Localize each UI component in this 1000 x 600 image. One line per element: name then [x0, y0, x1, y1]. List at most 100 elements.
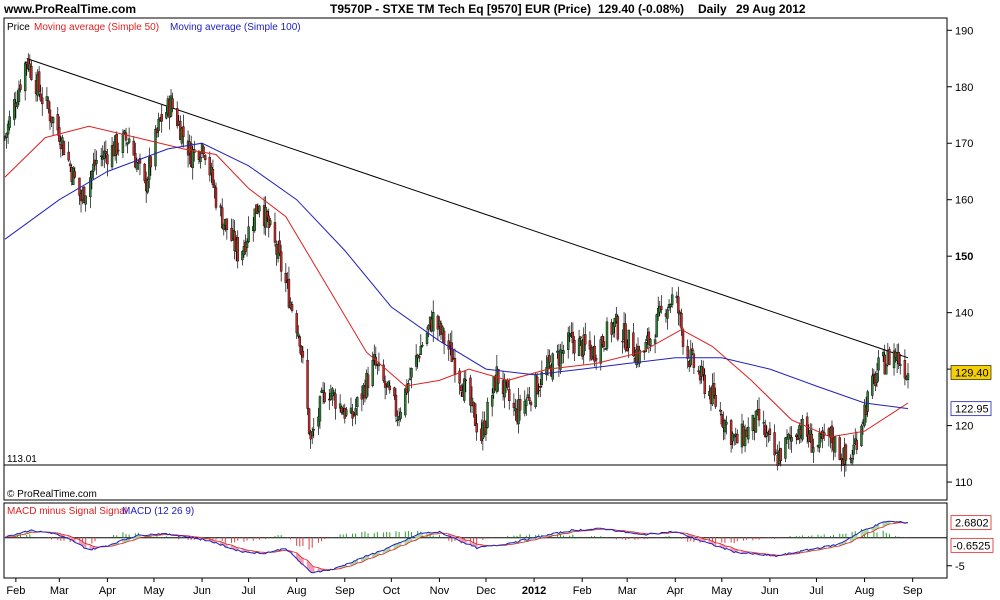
candle-body: [559, 349, 562, 370]
candle-body: [801, 418, 804, 440]
candle-body: [67, 151, 70, 161]
candle-body: [45, 96, 49, 102]
candle-body: [298, 336, 301, 347]
candle-body: [871, 375, 874, 396]
candle-body: [442, 330, 446, 344]
candle-body: [731, 433, 734, 442]
x-tick-label: Aug: [855, 585, 875, 597]
candle-body: [860, 425, 863, 447]
candle-body: [790, 437, 793, 442]
copyright-text: © ProRealTime.com: [7, 489, 97, 500]
x-tick-label: Mar: [618, 585, 637, 597]
candle-body: [855, 440, 858, 450]
candle-body: [408, 378, 412, 380]
candle-body: [154, 129, 157, 167]
candle-body: [146, 180, 149, 193]
candle-body: [419, 345, 423, 355]
legend-macd-signal: MACD minus Signal Signal: [7, 506, 127, 517]
candle-body: [354, 408, 357, 416]
candle-body: [701, 367, 705, 375]
candle-body: [143, 163, 146, 181]
y-tick-label: 150: [955, 251, 973, 263]
candle-body: [425, 332, 429, 344]
y-tick-label: 170: [955, 138, 973, 150]
candle-body: [625, 347, 629, 351]
candle-body: [602, 341, 606, 348]
x-tick-label: Feb: [6, 585, 25, 597]
candle-body: [899, 363, 902, 367]
candle-body: [399, 411, 402, 419]
x-tick-label: Dec: [476, 585, 496, 597]
x-tick-label: Oct: [383, 585, 400, 597]
candle-body: [8, 116, 11, 128]
candle-body: [680, 312, 683, 329]
candle-body: [551, 353, 554, 380]
candle-body: [41, 97, 44, 105]
price-y-axis: 110120130140150160170180190129.40122.95: [947, 25, 992, 489]
candle-body: [307, 408, 311, 434]
candle-body: [486, 401, 489, 428]
candle-body: [539, 386, 542, 388]
candle-body: [51, 117, 55, 124]
candle-body: [562, 350, 565, 354]
candle-body: [126, 142, 129, 145]
price-and-macd-chart[interactable]: 113.01 -52.6802-0.6525 11012013014015016…: [0, 0, 1000, 600]
candle-body: [421, 344, 424, 347]
candle-body: [47, 100, 50, 110]
candle-body: [306, 360, 309, 409]
candle-body: [258, 205, 261, 212]
candle-body: [537, 389, 540, 392]
candle-body: [334, 393, 337, 409]
candle-body: [762, 422, 765, 424]
candle-body: [697, 370, 700, 372]
candle-body: [605, 321, 609, 349]
macd-value: 2.6802: [955, 518, 989, 530]
candle-body: [117, 149, 120, 152]
candle-body: [649, 339, 652, 346]
candle-body: [475, 423, 478, 433]
candle-body: [182, 126, 185, 137]
candle-body: [453, 357, 457, 375]
legend-macd: MACD (12 26 9): [122, 506, 194, 517]
last-price-value: 129.40: [955, 368, 989, 380]
x-tick-label: 2012: [522, 585, 546, 597]
candle-body: [604, 348, 607, 350]
candle-body: [394, 394, 398, 417]
candle-body: [621, 340, 624, 343]
candle-body: [844, 444, 848, 461]
candle-body: [885, 364, 888, 375]
candle-body: [312, 429, 315, 431]
candle-body: [418, 356, 421, 359]
candle-body: [73, 171, 77, 178]
x-tick-label: Aug: [287, 585, 307, 597]
candle-body: [529, 401, 533, 406]
candle-body: [279, 251, 283, 272]
candle-body: [568, 335, 571, 338]
candle-body: [410, 368, 413, 378]
candle-body: [393, 387, 396, 397]
candle-body: [211, 169, 215, 185]
candle-body: [655, 314, 658, 338]
y-tick-label: 120: [955, 421, 973, 433]
candle-body: [528, 397, 531, 401]
candle-body: [692, 353, 696, 368]
candle-body: [356, 397, 359, 407]
candle-body: [459, 385, 463, 391]
x-tick-label: May: [711, 585, 732, 597]
candle-body: [686, 346, 689, 359]
y-tick-label: 140: [955, 308, 973, 320]
x-tick-label: Mar: [50, 585, 69, 597]
candle-body: [556, 350, 559, 353]
candle-body: [653, 339, 657, 344]
candle-body: [691, 348, 694, 351]
macd-y-tick-label: -5: [955, 561, 965, 573]
candle-body: [852, 444, 855, 455]
candle-body: [290, 304, 294, 311]
candle-body: [388, 385, 391, 391]
candle-body: [340, 406, 343, 413]
candle-body: [512, 402, 516, 408]
legend-price: Price: [7, 22, 30, 33]
candle-body: [332, 392, 336, 394]
candle-body: [897, 352, 900, 365]
candle-body: [660, 305, 663, 311]
